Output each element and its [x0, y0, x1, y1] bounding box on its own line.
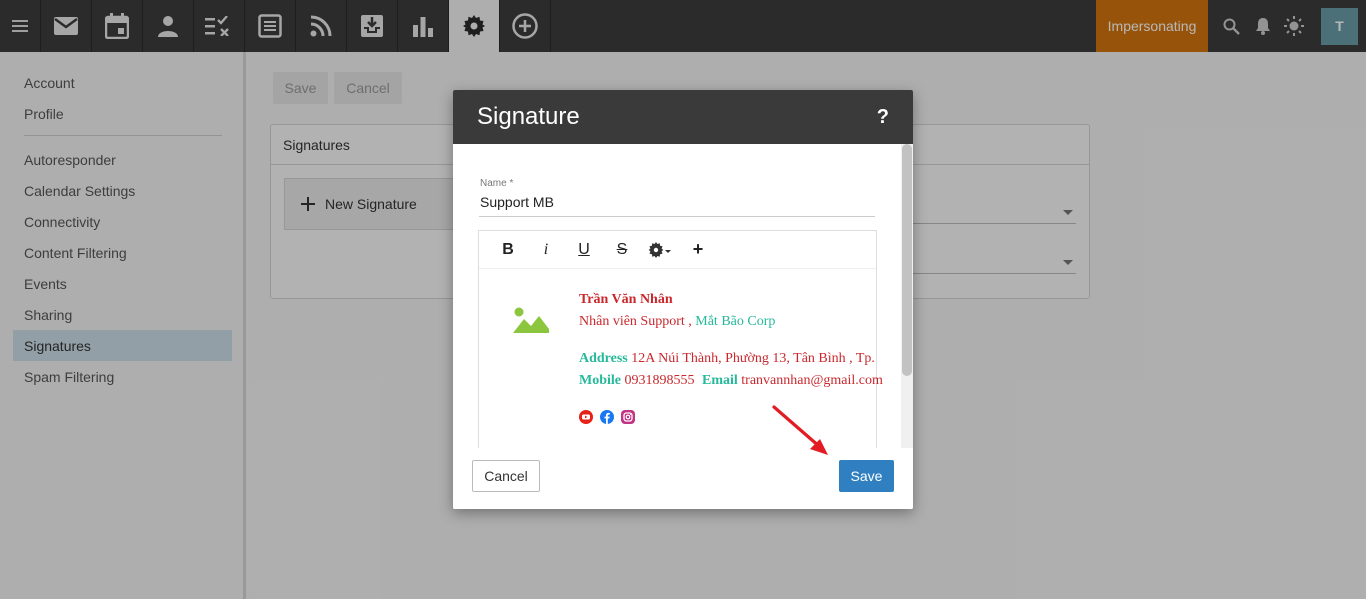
instagram-icon[interactable] [621, 410, 635, 424]
underline-button[interactable]: U [565, 235, 603, 265]
dialog-header: Signature ? [453, 90, 913, 144]
signature-mobile-value: 0931898555 [624, 373, 695, 388]
scrollbar-thumb[interactable] [902, 144, 912, 376]
name-input[interactable]: Support MB [480, 194, 554, 210]
signature-person-name: Trần Văn Nhân [579, 292, 673, 307]
format-options-button[interactable] [641, 235, 679, 265]
dialog-save-button[interactable]: Save [839, 460, 894, 492]
bold-button[interactable]: B [489, 235, 527, 265]
dialog-cancel-button[interactable]: Cancel [472, 460, 540, 492]
signature-address-label: Address [579, 351, 628, 366]
strikethrough-button[interactable]: S [603, 235, 641, 265]
annotation-arrow-icon [772, 405, 828, 455]
signature-dialog: Signature ? Name * Support MB B i U S + … [453, 90, 913, 509]
name-input-underline [479, 216, 875, 217]
social-icons [579, 410, 635, 424]
facebook-icon[interactable] [600, 410, 614, 424]
signature-email-value: tranvannhan@gmail.com [741, 373, 883, 388]
signature-contact-line: Mobile 0931898555 Email tranvannhan@gmai… [579, 373, 883, 389]
gear-dropdown-icon [648, 241, 671, 258]
dialog-footer: Cancel Save [453, 448, 913, 509]
dialog-title: Signature [477, 103, 580, 130]
image-placeholder-icon [513, 307, 549, 333]
signature-company: Mắt Bão Corp [695, 314, 776, 329]
signature-address-line: Address 12A Núi Thành, Phường 13, Tân Bì… [579, 351, 875, 367]
youtube-icon[interactable] [579, 410, 593, 424]
signature-email-label: Email [702, 373, 738, 388]
signature-role-line: Nhân viên Support , Mắt Bão Corp [579, 314, 775, 330]
dialog-body: Name * Support MB B i U S + Trần Văn Nhâ… [453, 144, 913, 448]
signature-role: Nhân viên Support , [579, 314, 692, 329]
editor-toolbar: B i U S + [479, 231, 876, 269]
italic-button[interactable]: i [527, 235, 565, 265]
signature-address-value: 12A Núi Thành, Phường 13, Tân Bình , Tp. [631, 351, 875, 366]
dialog-scrollbar[interactable] [901, 144, 913, 448]
help-button[interactable]: ? [877, 106, 889, 129]
name-field-label: Name * [480, 178, 514, 189]
insert-button[interactable]: + [679, 235, 717, 265]
signature-mobile-label: Mobile [579, 373, 621, 388]
